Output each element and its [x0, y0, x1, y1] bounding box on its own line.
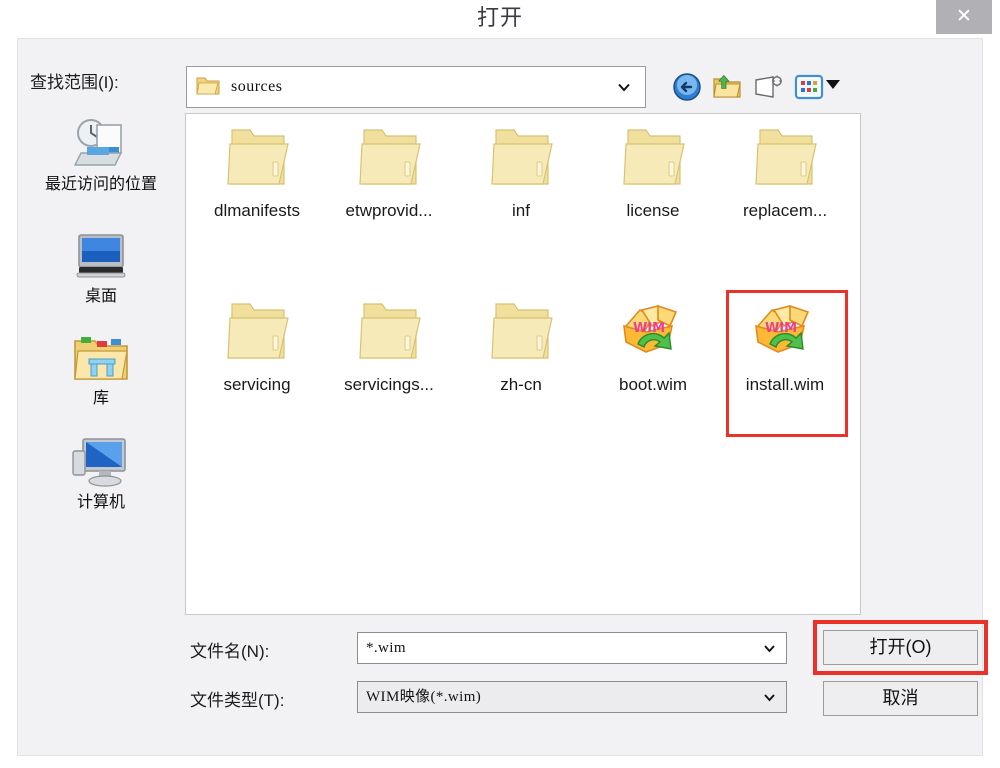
wim-image-icon: WIM: [623, 304, 678, 353]
wim-image-icon: WIM: [755, 304, 810, 353]
title-bar: 打开 ✕: [0, 0, 1000, 38]
page-title: 打开: [476, 5, 523, 30]
new-folder-button[interactable]: [753, 72, 783, 102]
list-item[interactable]: servicings...: [322, 296, 456, 396]
folder-icon: [227, 129, 289, 185]
chevron-down-icon: [618, 83, 630, 92]
folder-icon: [491, 129, 553, 185]
list-item-label: servicing: [223, 375, 291, 394]
list-item-label: replacem...: [742, 201, 828, 220]
up-one-level-button[interactable]: [712, 72, 742, 102]
list-item-label: license: [626, 201, 680, 220]
chevron-down-icon[interactable]: [763, 691, 776, 704]
sidebar-item-libraries[interactable]: 库: [18, 331, 184, 409]
folder-icon: [755, 129, 817, 185]
list-item-label: dlmanifests: [214, 201, 300, 220]
list-item-label: zh-cn: [500, 375, 542, 394]
file-list[interactable]: dlmanifests etwprovid... inf license rep…: [185, 113, 861, 615]
look-in-combo[interactable]: sources: [186, 66, 646, 108]
views-button[interactable]: [794, 72, 824, 102]
list-item-label: servicings...: [344, 375, 434, 394]
places-bar: 最近访问的位置 桌面 库 计算机: [18, 113, 184, 615]
list-item-label: boot.wim: [618, 375, 688, 394]
look-in-label: 查找范围(I):: [30, 73, 119, 92]
open-button[interactable]: 打开(O): [823, 630, 978, 665]
back-button[interactable]: [672, 72, 702, 102]
sidebar-item-label: 桌面: [84, 288, 117, 305]
folder-icon: [359, 303, 421, 359]
libraries-icon: [74, 337, 128, 380]
chevron-down-icon[interactable]: [763, 642, 776, 655]
sidebar-item-recent-places[interactable]: 最近访问的位置: [18, 117, 184, 195]
file-type-select[interactable]: WIM映像(*.wim): [357, 681, 787, 713]
close-icon: ✕: [956, 6, 972, 27]
list-item[interactable]: WIM boot.wim: [586, 296, 720, 396]
folder-icon: [359, 129, 421, 185]
sidebar-item-label: 计算机: [76, 494, 125, 511]
list-item[interactable]: zh-cn: [454, 296, 588, 396]
close-button[interactable]: ✕: [936, 0, 992, 34]
list-item[interactable]: license: [586, 122, 720, 222]
computer-icon: [72, 438, 126, 487]
list-item-label: inf: [512, 201, 530, 220]
folder-icon: [196, 77, 220, 95]
look-in-value: sources: [231, 78, 283, 95]
desktop-icon: [76, 234, 126, 278]
list-item[interactable]: dlmanifests: [190, 122, 324, 222]
folder-icon: [227, 303, 289, 359]
list-item[interactable]: replacem...: [718, 122, 852, 222]
file-name-label: 文件名(N):: [190, 642, 270, 661]
sidebar-item-desktop[interactable]: 桌面: [18, 229, 184, 307]
list-item-label: install.wim: [745, 375, 825, 394]
caret-down-icon[interactable]: [826, 80, 840, 89]
recent-places-icon: [73, 119, 123, 166]
list-item[interactable]: WIM install.wim: [718, 296, 852, 396]
folder-icon: [491, 303, 553, 359]
list-item-label: etwprovid...: [345, 201, 433, 220]
folder-icon: [623, 129, 685, 185]
file-name-value: *.wim: [366, 640, 406, 656]
list-item[interactable]: servicing: [190, 296, 324, 396]
cancel-button[interactable]: 取消: [823, 681, 978, 716]
open-file-dialog-screen: 打开 ✕ 查找范围(I): sources 最近访问的位置 桌面 库 计算机 d…: [0, 0, 1000, 768]
sidebar-item-label: 库: [92, 390, 109, 407]
list-item[interactable]: etwprovid...: [322, 122, 456, 222]
list-item[interactable]: inf: [454, 122, 588, 222]
file-type-value: WIM映像(*.wim): [366, 689, 482, 705]
file-name-input[interactable]: *.wim: [357, 632, 787, 664]
sidebar-item-computer[interactable]: 计算机: [18, 435, 184, 513]
file-type-label: 文件类型(T):: [190, 691, 285, 710]
sidebar-item-label: 最近访问的位置: [44, 176, 157, 193]
